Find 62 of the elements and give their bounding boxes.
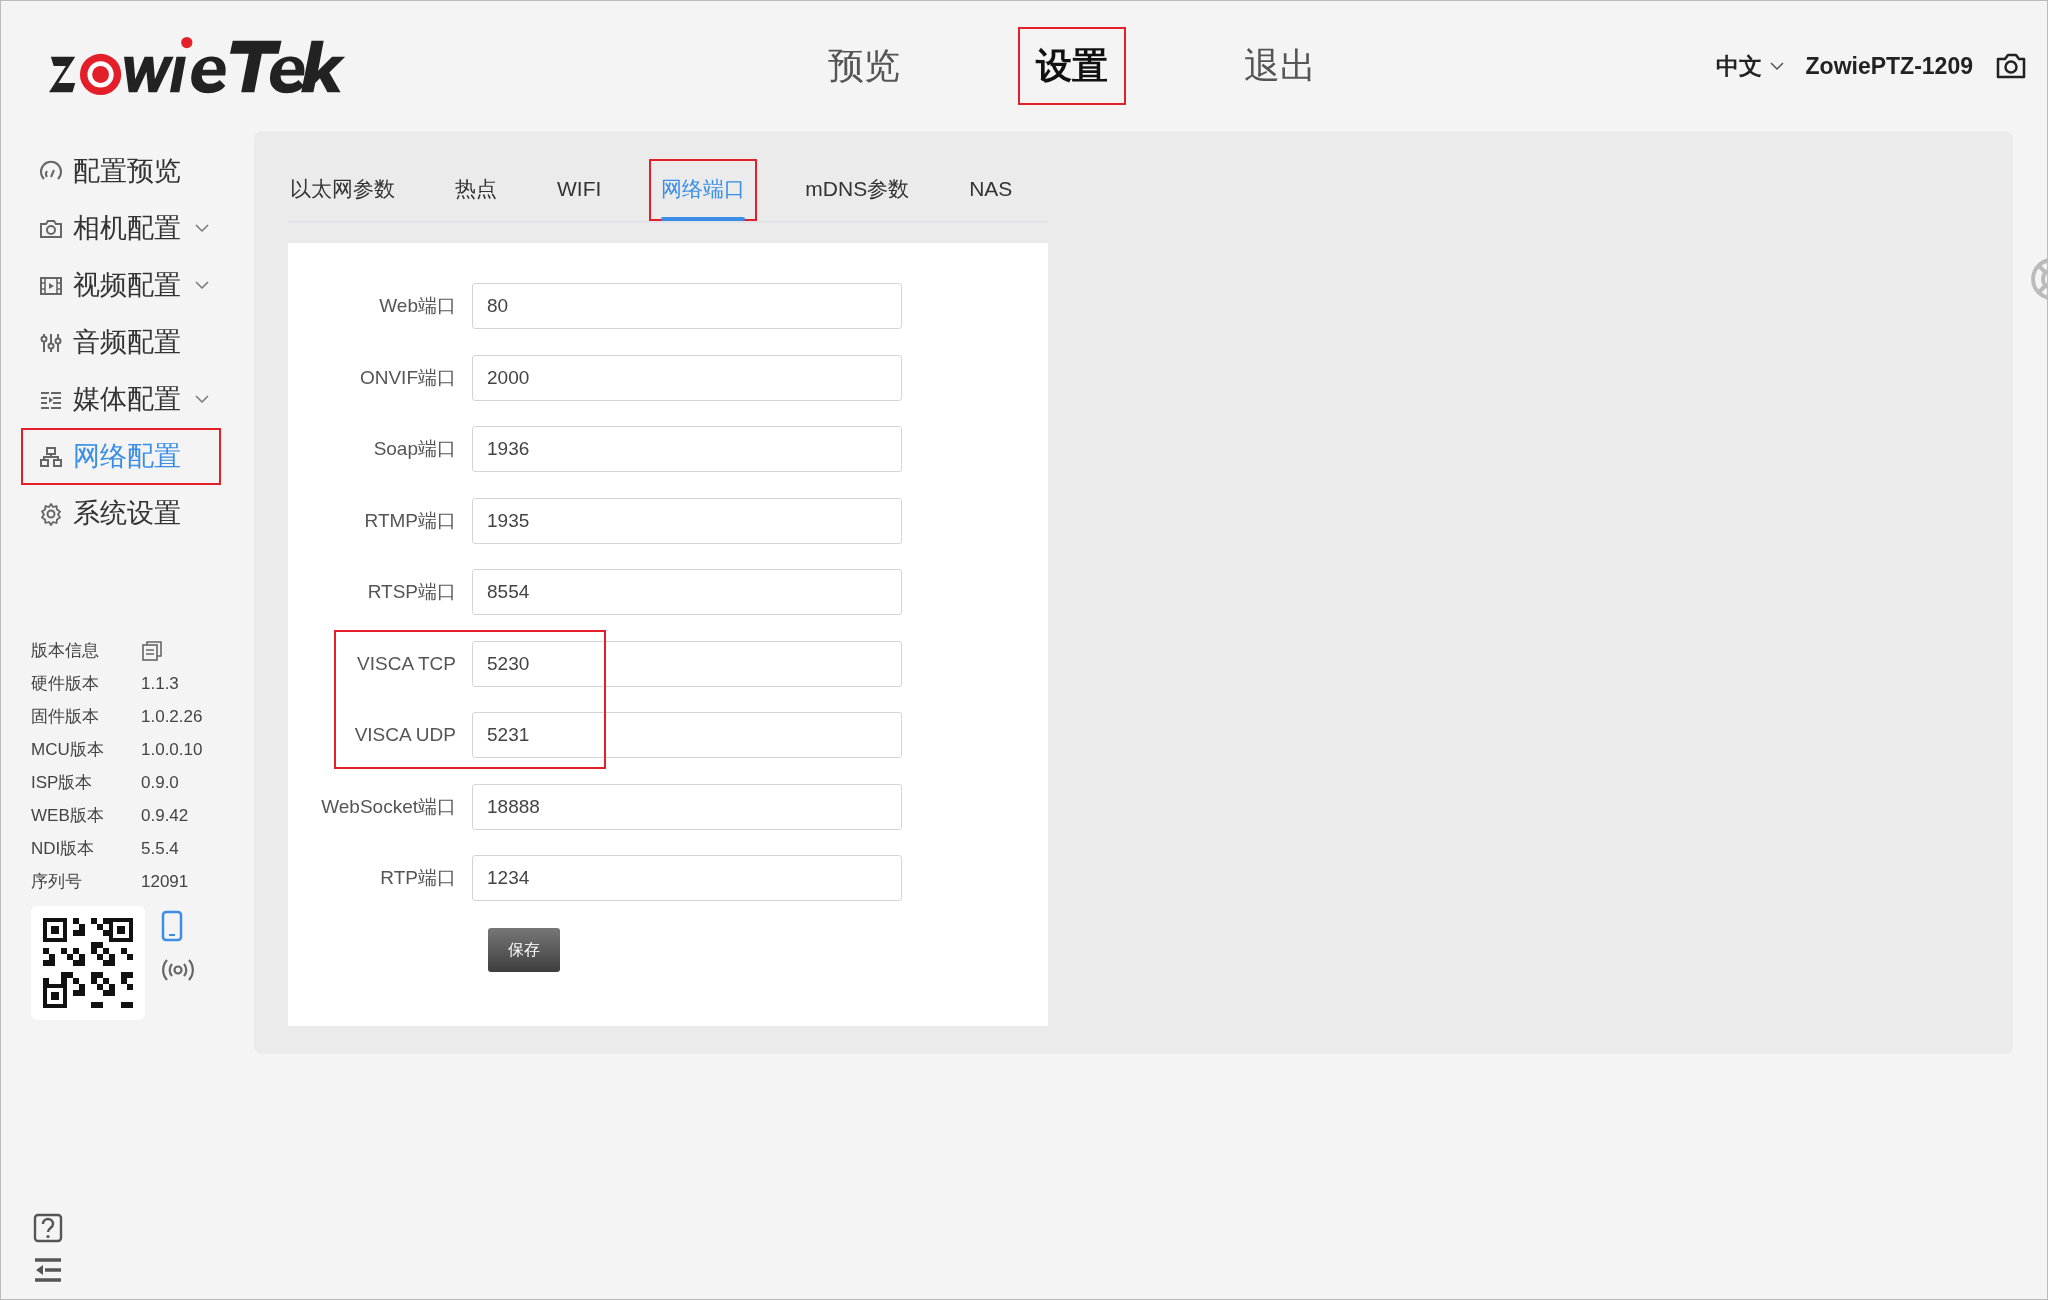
version-label: NDI版本 [31, 837, 96, 860]
version-value: 12091 [141, 870, 189, 893]
tab[interactable]: WIFI [545, 159, 614, 221]
sidebar-item[interactable]: 音频配置 [21, 314, 221, 371]
collapse-menu-icon[interactable] [33, 1257, 63, 1283]
version-value: 1.0.2.26 [141, 705, 203, 728]
sidebar-item[interactable]: 配置预览 [21, 143, 221, 200]
field-label: RTP端口 [379, 866, 457, 890]
version-value: 5.5.4 [141, 837, 179, 860]
input-field[interactable]: 80 [472, 283, 902, 330]
sidebar-item[interactable]: 媒体配置 [21, 371, 221, 428]
version-label: MCU版本 [31, 738, 105, 761]
help-icon[interactable] [33, 1213, 63, 1243]
sidebar-item[interactable]: 系统设置 [21, 485, 221, 542]
input-field[interactable]: 5230 [472, 640, 902, 687]
save-button[interactable]: 保存 [488, 928, 560, 972]
field-label: WebSocket端口 [320, 794, 457, 819]
version-label: 序列号 [31, 870, 83, 893]
chevron-down-icon [195, 395, 209, 404]
language-selector[interactable]: 中文 [1715, 48, 1784, 84]
input-field[interactable]: 8554 [472, 569, 902, 616]
field-label: VISCA UDP [353, 723, 457, 747]
device-name: ZowiePTZ-1209 [1805, 51, 1973, 81]
chevron-down-icon [195, 281, 209, 290]
field-label: ONVIF端口 [358, 365, 457, 390]
version-value: 0.9.42 [141, 804, 189, 827]
tab[interactable]: 热点 [443, 159, 509, 221]
version-label: WEB版本 [31, 804, 105, 827]
version-value: 0.9.0 [141, 771, 179, 794]
tab[interactable]: 以太网参数 [288, 159, 407, 221]
input-field[interactable]: 1234 [472, 855, 902, 902]
version-value: 1.0.0.10 [141, 738, 203, 761]
input-field[interactable]: 2000 [472, 354, 902, 401]
version-label: 固件版本 [31, 705, 100, 728]
nav-link-item[interactable]: 预览 [810, 27, 919, 105]
caret-icon [1769, 61, 1784, 71]
chevron-down-icon [195, 224, 209, 233]
settings-icon [39, 501, 63, 526]
field-label: RTSP端口 [366, 580, 457, 604]
field-label: Web端口 [378, 294, 457, 318]
network-icon [39, 444, 63, 469]
input-field[interactable]: 1935 [472, 497, 902, 544]
tab[interactable]: mDNS参数 [793, 159, 922, 221]
field-label: VISCA TCP [356, 651, 457, 676]
version-value: 1.1.3 [141, 672, 179, 695]
nav-link-item[interactable]: 退出 [1226, 27, 1335, 105]
field-label: RTMP端口 [363, 508, 457, 533]
version-label: ISP版本 [31, 771, 94, 794]
input-field[interactable]: 5231 [472, 712, 902, 759]
input-field[interactable]: 18888 [472, 783, 902, 830]
version-info-title: 版本信息 [31, 639, 100, 662]
field-label: Soap端口 [372, 437, 457, 461]
camera-icon[interactable] [1995, 52, 2027, 80]
copy-icon[interactable] [141, 639, 163, 662]
nav-link-item[interactable]: 设置 [1018, 27, 1127, 105]
tab[interactable]: NAS [957, 159, 1025, 221]
broadcast-icon[interactable] [161, 958, 195, 982]
version-label: 硬件版本 [31, 672, 100, 695]
sidebar-item[interactable]: 相机配置 [21, 200, 221, 257]
input-field[interactable]: 1936 [472, 426, 902, 473]
sidebar-item[interactable]: 视频配置 [21, 257, 221, 314]
phone-icon[interactable] [161, 910, 183, 942]
